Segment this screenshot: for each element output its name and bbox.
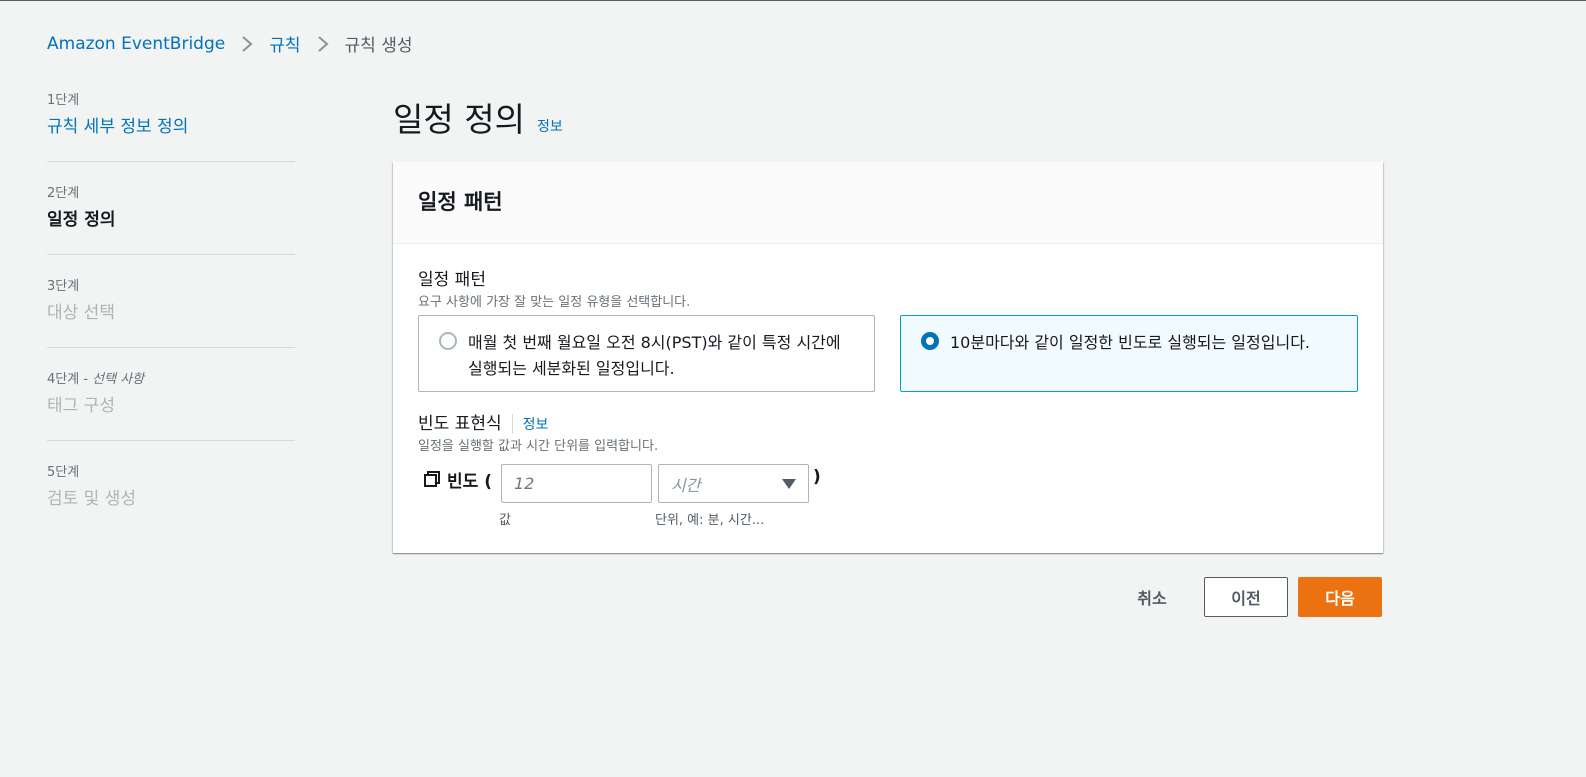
step-number: 5단계	[47, 465, 80, 480]
pattern-description: 요구 사항에 가장 잘 맞는 일정 유형을 선택합니다.	[418, 295, 691, 310]
previous-button[interactable]: 이전	[1204, 577, 1288, 617]
step-select-targets: 대상 선택	[47, 303, 115, 323]
next-button[interactable]: 다음	[1298, 577, 1382, 617]
unit-sublabel: 단위, 예: 분, 시간...	[655, 513, 765, 528]
chevron-right-icon	[301, 35, 345, 53]
page-header: 일정 정의 정보	[393, 93, 563, 141]
rate-unit-select[interactable]: 시간	[657, 464, 809, 503]
radio-button-selected[interactable]	[921, 332, 939, 350]
option-text: 10분마다와 같이 일정한 빈도로 실행되는 일정입니다.	[950, 333, 1310, 352]
step-number: 2단계	[47, 186, 80, 201]
step-optional-label: 선택 사항	[92, 372, 145, 387]
divider	[511, 414, 513, 434]
rate-expression-text: 빈도 표현식	[418, 414, 502, 434]
chevron-right-icon	[225, 35, 269, 53]
info-link[interactable]: 정보	[537, 116, 563, 136]
step-number: 3단계	[47, 279, 80, 294]
rate-prefix: 빈도 (	[447, 472, 492, 492]
step-1: 1단계 규칙 세부 정보 정의	[47, 91, 295, 162]
caret-down-icon	[781, 479, 796, 489]
copy-icon[interactable]	[423, 470, 441, 488]
wizard-steps: 1단계 규칙 세부 정보 정의 2단계 일정 정의 3단계 대상 선택 4단계 …	[47, 91, 295, 555]
rate-info-link[interactable]: 정보	[523, 417, 549, 433]
cancel-button[interactable]: 취소	[1120, 577, 1184, 617]
step-configure-tags: 태그 구성	[47, 396, 115, 416]
rate-value-input[interactable]	[500, 464, 652, 503]
schedule-pattern-panel: 일정 패턴 일정 패턴 요구 사항에 가장 잘 맞는 일정 유형을 선택합니다.…	[393, 162, 1383, 553]
step-5: 5단계 검토 및 생성	[47, 463, 295, 533]
step-4: 4단계 - 선택 사항 태그 구성	[47, 370, 295, 441]
rate-expression-row: 빈도 ( 시간 )	[423, 464, 821, 503]
panel-header: 일정 패턴	[393, 162, 1383, 244]
step-3: 3단계 대상 선택	[47, 277, 295, 348]
step-number-text: 4단계	[47, 372, 80, 387]
rate-unit-placeholder: 시간	[670, 475, 701, 495]
step-current-define-schedule: 일정 정의	[47, 210, 116, 230]
breadcrumb-rules[interactable]: 규칙	[269, 31, 300, 56]
option-fine-grained-schedule[interactable]: 매월 첫 번째 월요일 오전 8시(PST)와 같이 특정 시간에 실행되는 세…	[418, 315, 875, 392]
option-rate-based-schedule[interactable]: 10분마다와 같이 일정한 빈도로 실행되는 일정입니다.	[900, 315, 1358, 392]
rate-expression-label: 빈도 표현식 정보	[418, 409, 548, 434]
step-2: 2단계 일정 정의	[47, 184, 295, 255]
step-number: 4단계 - 선택 사항	[47, 372, 145, 387]
option-text: 매월 첫 번째 월요일 오전 8시(PST)와 같이 특정 시간에 실행되는 세…	[468, 333, 841, 378]
breadcrumb-create-rule: 규칙 생성	[344, 36, 413, 56]
radio-button-unselected[interactable]	[439, 332, 457, 350]
breadcrumb: Amazon EventBridge 규칙 규칙 생성	[47, 31, 413, 57]
step-review-create: 검토 및 생성	[47, 489, 137, 509]
breadcrumb-eventbridge[interactable]: Amazon EventBridge	[47, 34, 225, 54]
pattern-label: 일정 패턴	[418, 270, 486, 290]
page-title: 일정 정의	[393, 100, 525, 139]
step-link-rule-details[interactable]: 규칙 세부 정보 정의	[47, 115, 295, 140]
rate-description: 일정을 실행할 값과 시간 단위를 입력합니다.	[418, 439, 659, 454]
step-number: 1단계	[47, 93, 80, 108]
rate-suffix: )	[812, 467, 821, 487]
value-sublabel: 값	[499, 513, 511, 528]
